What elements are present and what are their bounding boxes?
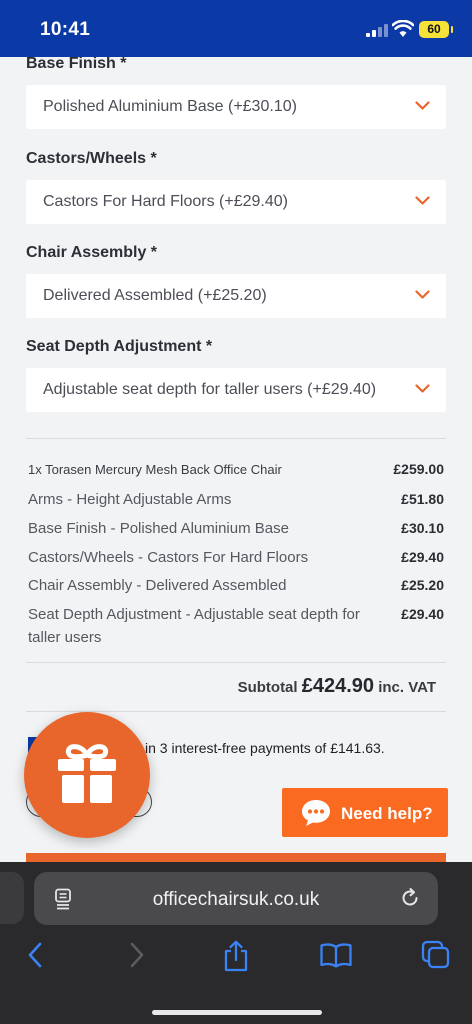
summary-row-castors: Castors/Wheels - Castors For Hard Floors… <box>28 546 444 569</box>
chevron-down-icon <box>415 196 430 205</box>
summary-desc: 1x Torasen Mercury Mesh Back Office Chai… <box>28 462 282 477</box>
chevron-down-icon <box>415 384 430 393</box>
option-label-castors: Castors/Wheels * <box>26 150 157 167</box>
url-text: officechairsuk.co.uk <box>152 889 320 910</box>
summary-row-base: Base Finish - Polished Aluminium Base £3… <box>28 517 444 540</box>
need-help-label: Need help? <box>341 804 433 823</box>
option-label-base-finish: Base Finish * <box>26 57 127 72</box>
summary-price: £29.40 <box>401 549 444 565</box>
select-value: Polished Aluminium Base (+£30.10) <box>43 98 297 115</box>
forward-arrow-icon[interactable] <box>128 940 146 970</box>
summary-price: £30.10 <box>401 520 444 536</box>
select-value: Castors For Hard Floors (+£29.40) <box>43 193 288 210</box>
summary-price: £259.00 <box>393 461 444 477</box>
summary-row-assembly: Chair Assembly - Delivered Assembled £25… <box>28 574 444 597</box>
seat-depth-select[interactable]: Adjustable seat depth for taller users (… <box>26 368 446 412</box>
home-indicator <box>152 1010 322 1015</box>
summary-desc: Chair Assembly - Delivered Assembled <box>28 577 287 594</box>
need-help-button[interactable]: Need help? <box>282 788 448 837</box>
summary-price: £51.80 <box>401 491 444 507</box>
tabs-icon[interactable] <box>421 940 451 970</box>
divider <box>26 662 446 663</box>
browser-nav-row <box>0 940 472 980</box>
option-label-seat-depth: Seat Depth Adjustment * <box>26 338 213 355</box>
chevron-down-icon <box>415 290 430 299</box>
select-value: Adjustable seat depth for taller users (… <box>43 381 377 398</box>
option-label-assembly: Chair Assembly * <box>26 244 158 261</box>
bookmarks-icon[interactable] <box>319 940 353 970</box>
summary-row-arms: Arms - Height Adjustable Arms £51.80 <box>28 488 444 511</box>
previous-tab-peek[interactable] <box>0 872 24 924</box>
back-arrow-icon[interactable] <box>26 940 44 970</box>
summary-desc: Arms - Height Adjustable Arms <box>28 491 232 508</box>
summary-desc: Base Finish - Polished Aluminium Base <box>28 520 289 537</box>
installments-text: in 3 interest-free payments of £141.63. <box>145 740 385 756</box>
gift-offer-button[interactable] <box>24 712 150 838</box>
address-bar[interactable]: officechairsuk.co.uk <box>34 872 438 925</box>
castors-select[interactable]: Castors For Hard Floors (+£29.40) <box>26 180 446 224</box>
reload-icon[interactable] <box>399 887 421 909</box>
summary-desc: Castors/Wheels - Castors For Hard Floors <box>28 549 309 566</box>
share-icon[interactable] <box>222 940 250 972</box>
summary-row-product: 1x Torasen Mercury Mesh Back Office Chai… <box>28 458 444 481</box>
status-time: 10:41 <box>40 19 91 40</box>
gift-icon <box>58 744 116 803</box>
browser-toolbar: officechairsuk.co.uk <box>0 862 472 1024</box>
chevron-down-icon <box>415 101 430 110</box>
status-bar: 10:41 60 <box>0 0 472 57</box>
subtotal-amount: £424.90 <box>301 675 375 697</box>
summary-price: £29.40 <box>401 606 444 622</box>
chat-bubble-icon <box>302 800 330 826</box>
product-options-page: Base Finish * Polished Aluminium Base (+… <box>0 57 472 867</box>
battery-indicator: 60 <box>419 21 453 38</box>
subtotal: Subtotal £424.90 inc. VAT <box>238 675 436 698</box>
subtotal-label: Subtotal <box>237 679 298 696</box>
summary-row-seat-depth: Seat Depth Adjustment - Adjustable seat … <box>28 603 444 649</box>
summary-desc: Seat Depth Adjustment - Adjustable seat … <box>28 606 360 646</box>
base-finish-select[interactable]: Polished Aluminium Base (+£30.10) <box>26 85 446 129</box>
divider <box>26 438 446 439</box>
subtotal-suffix: inc. VAT <box>378 679 436 696</box>
assembly-select[interactable]: Delivered Assembled (+£25.20) <box>26 274 446 318</box>
summary-price: £25.20 <box>401 577 444 593</box>
wifi-icon <box>392 20 414 37</box>
select-value: Delivered Assembled (+£25.20) <box>43 287 267 304</box>
cellular-signal-icon <box>366 24 388 37</box>
